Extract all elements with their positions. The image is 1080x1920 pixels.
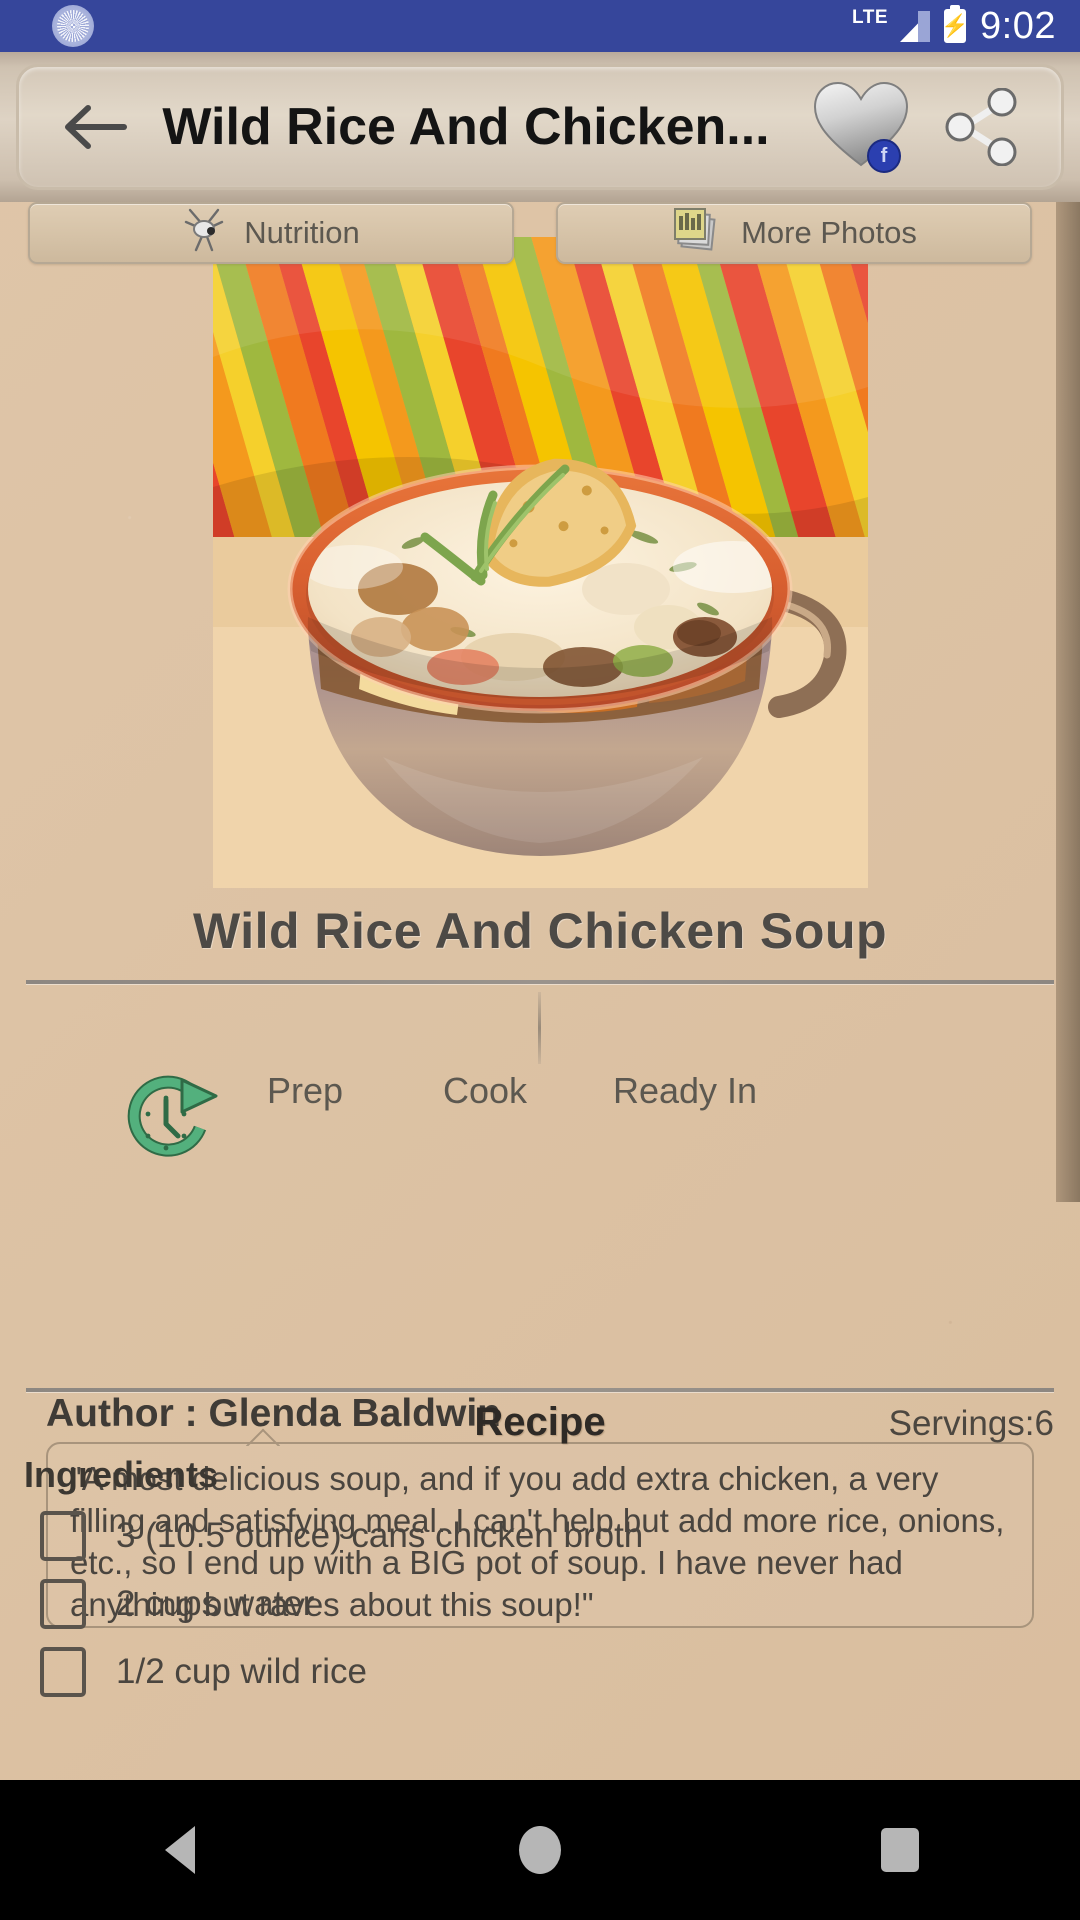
- nav-recents-icon: [881, 1828, 919, 1872]
- list-item[interactable]: 3 (10.5 ounce) cans chicken broth: [0, 1502, 1080, 1570]
- ingredient-label: 2 cups water: [116, 1584, 315, 1623]
- status-bar-clock: 9:02: [980, 4, 1056, 47]
- status-bar-left: [24, 5, 852, 47]
- ingredients-heading: Ingredients: [24, 1454, 219, 1495]
- nav-recents-button[interactable]: [830, 1780, 970, 1920]
- scrollbar[interactable]: [1056, 202, 1080, 1202]
- cook-time-value: [370, 1118, 600, 1154]
- page-title: Wild Rice And Chicken...: [162, 98, 770, 156]
- recipe-title: Wild Rice And Chicken Soup: [192, 903, 888, 959]
- ingredient-checkbox[interactable]: [40, 1511, 86, 1561]
- recipe-scroll-area[interactable]: Wild Rice And Chicken Soup Nutrition Mor…: [0, 202, 1080, 1780]
- ready-in-value: [570, 1118, 800, 1154]
- divider-top: [26, 980, 1054, 984]
- android-nav-bar: [0, 1780, 1080, 1920]
- button-separator: [538, 992, 541, 1064]
- cook-time-label: Cook: [442, 1070, 528, 1111]
- ingredient-label: 3 (10.5 ounce) cans chicken broth: [116, 1516, 644, 1555]
- cook-time-column: Cook: [370, 1070, 600, 1154]
- share-button[interactable]: [927, 88, 1037, 166]
- ready-in-time-column: Ready In: [570, 1070, 800, 1154]
- action-bar: Wild Rice And Chicken... f: [0, 52, 1080, 202]
- ingredient-checkbox[interactable]: [40, 1647, 86, 1697]
- nutrition-button-label: Nutrition: [244, 215, 360, 250]
- nutrition-icon: [182, 204, 226, 262]
- status-bar-right: LTE ⚡ 9:02: [852, 5, 1056, 48]
- app-badge-icon: [52, 5, 94, 47]
- time-row: Prep Cook Ready In: [0, 1070, 1080, 1160]
- list-item[interactable]: 2 cups water: [0, 1570, 1080, 1638]
- share-icon: [945, 88, 1017, 166]
- more-photos-button[interactable]: More Photos: [556, 202, 1032, 264]
- favorite-button[interactable]: f: [809, 77, 917, 177]
- nutrition-button[interactable]: Nutrition: [28, 202, 514, 264]
- status-bar: LTE ⚡ 9:02: [0, 0, 1080, 52]
- favorite-badge: f: [867, 139, 901, 173]
- nav-back-button[interactable]: [110, 1780, 250, 1920]
- divider-recipe: [26, 1388, 1054, 1392]
- phone-screen: LTE ⚡ 9:02 Wild Rice And Chicken... f Wi…: [0, 0, 1080, 1920]
- ready-in-label: Ready In: [612, 1070, 758, 1111]
- nav-back-icon: [165, 1826, 195, 1874]
- nav-home-icon: [519, 1826, 561, 1874]
- action-bar-inner: Wild Rice And Chicken... f: [16, 64, 1064, 190]
- more-photos-button-label: More Photos: [741, 215, 917, 250]
- ingredient-checkbox[interactable]: [40, 1579, 86, 1629]
- ingredients-list: 3 (10.5 ounce) cans chicken broth 2 cups…: [0, 1502, 1080, 1706]
- list-item[interactable]: 1/2 cup wild rice: [0, 1638, 1080, 1706]
- nav-home-button[interactable]: [470, 1780, 610, 1920]
- photo-stack-icon: [671, 204, 723, 262]
- recipe-hero-image[interactable]: [213, 237, 868, 888]
- battery-charging-icon: ⚡: [941, 9, 969, 43]
- servings-label: Servings:6: [888, 1404, 1054, 1443]
- network-label: LTE: [852, 6, 889, 28]
- signal-bars-icon: [896, 10, 931, 42]
- ingredient-label: 1/2 cup wild rice: [116, 1652, 367, 1691]
